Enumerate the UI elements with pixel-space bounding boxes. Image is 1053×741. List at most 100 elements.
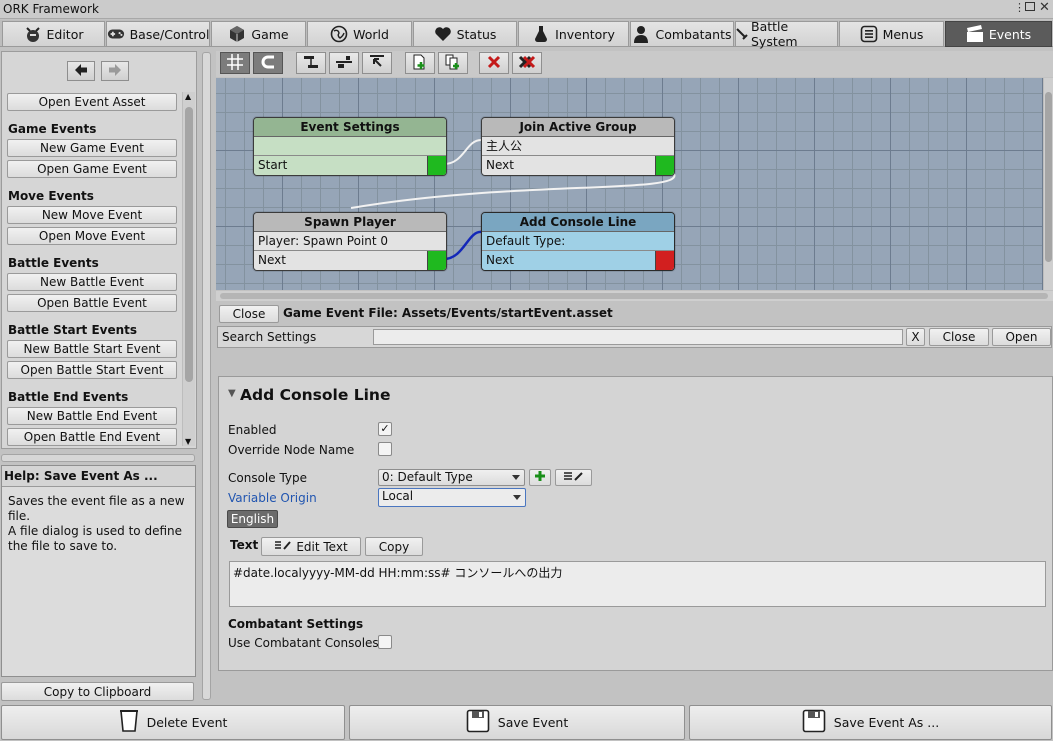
arrow-left-icon	[74, 63, 88, 79]
close-search-button[interactable]: Close	[929, 328, 989, 346]
tab-editor[interactable]: Editor	[2, 21, 105, 47]
tab-label: Battle System	[751, 19, 798, 49]
align-vertical-button[interactable]	[296, 52, 326, 74]
console-type-dropdown[interactable]: 0: Default Type	[378, 469, 525, 486]
scroll-down-icon[interactable]: ▼	[185, 437, 191, 446]
close-window-icon[interactable]: ✕	[1039, 0, 1050, 15]
open-game-event-button[interactable]: Open Game Event	[7, 160, 177, 178]
copy-text-button[interactable]: Copy	[365, 537, 423, 556]
new-game-event-button[interactable]: New Game Event	[7, 139, 177, 157]
tab-combatants[interactable]: Combatants	[630, 21, 734, 47]
copy-to-clipboard-button[interactable]: Copy to Clipboard	[1, 682, 194, 701]
tab-world[interactable]: World	[307, 21, 412, 47]
open-battle-end-event-button[interactable]: Open Battle End Event	[7, 428, 177, 446]
node-row: 主人公	[482, 137, 674, 156]
open-battle-event-button[interactable]: Open Battle Event	[7, 294, 177, 312]
console-text-field[interactable]: #date.localyyyy-MM-dd HH:mm:ss# コンソールへの出…	[229, 561, 1046, 607]
output-port[interactable]	[427, 251, 446, 270]
tab-status[interactable]: Status	[413, 21, 517, 47]
maximize-icon[interactable]	[1025, 2, 1035, 11]
output-port[interactable]	[427, 156, 446, 175]
node-event-settings[interactable]: Event Settings Start	[253, 117, 447, 176]
sidebar-scroll-thumb[interactable]	[185, 107, 193, 382]
tab-inventory[interactable]: Inventory	[518, 21, 629, 47]
event-node-canvas[interactable]: Event Settings Start Join Active Group 主…	[216, 78, 1053, 290]
new-battle-end-event-button[interactable]: New Battle End Event	[7, 407, 177, 425]
delete-double-x-icon	[518, 55, 536, 72]
heart-icon	[434, 25, 452, 43]
tab-events[interactable]: Events	[945, 21, 1052, 47]
tab-base-control[interactable]: Base/Control	[106, 21, 210, 47]
close-file-button[interactable]: Close	[219, 305, 279, 323]
canvas-hscroll-thumb[interactable]	[220, 293, 1048, 299]
window-title: ORK Framework	[3, 2, 99, 16]
foldout-arrow-icon[interactable]: ▼	[228, 388, 236, 399]
variable-origin-dropdown[interactable]: Local	[378, 488, 526, 507]
distribute-button[interactable]	[329, 52, 359, 74]
enabled-checkbox[interactable]: ✓	[378, 422, 392, 436]
section-title-battle-end-events: Battle End Events	[8, 390, 129, 404]
node-spawn-player[interactable]: Spawn Player Player: Spawn Point 0 Next	[253, 212, 447, 271]
scroll-up-icon[interactable]: ▲	[185, 92, 191, 101]
tab-label: Status	[456, 26, 497, 42]
node-join-active-group[interactable]: Join Active Group 主人公 Next	[481, 117, 675, 176]
language-tab-english[interactable]: English	[227, 510, 278, 528]
edit-console-type-button[interactable]	[555, 469, 592, 486]
node-row: Default Type:	[482, 232, 674, 251]
output-port[interactable]	[655, 251, 674, 270]
checkmark-icon: ✓	[380, 422, 390, 435]
search-input[interactable]	[373, 329, 903, 345]
more-options-icon[interactable]: ⋮	[1014, 1, 1025, 14]
panel-splitter[interactable]	[202, 52, 211, 700]
add-console-type-button[interactable]	[529, 469, 551, 486]
delete-event-button[interactable]: Delete Event	[1, 705, 345, 740]
open-event-asset-button[interactable]: Open Event Asset	[7, 93, 177, 111]
select-top-button[interactable]	[362, 52, 392, 74]
new-battle-event-button[interactable]: New Battle Event	[7, 273, 177, 291]
open-battle-start-event-button[interactable]: Open Battle Start Event	[7, 361, 177, 379]
new-move-event-button[interactable]: New Move Event	[7, 206, 177, 224]
canvas-vertical-scrollbar[interactable]	[1043, 78, 1053, 290]
save-event-button[interactable]: Save Event	[349, 705, 685, 740]
sidebar-scrollbar[interactable]: ▲ ▼	[182, 92, 195, 446]
delete-node-button[interactable]	[479, 52, 509, 74]
node-inspector: ▼ Add Console Line Enabled ✓ Override No…	[218, 376, 1053, 671]
node-row-label: Start	[258, 158, 288, 172]
cube-icon	[228, 25, 246, 43]
search-settings-label: Search Settings	[222, 330, 317, 344]
use-combatant-consoles-checkbox[interactable]	[378, 635, 392, 649]
ork-icon	[24, 25, 42, 43]
node-add-console-line[interactable]: Add Console Line Default Type: Next	[481, 212, 675, 271]
save-event-label: Save Event	[497, 715, 569, 730]
tab-menus[interactable]: Menus	[839, 21, 944, 47]
search-settings-bar: Search Settings X Close Open	[217, 326, 1052, 348]
edit-text-button[interactable]: Edit Text	[261, 537, 361, 556]
open-move-event-button[interactable]: Open Move Event	[7, 227, 177, 245]
cursor-top-icon	[369, 54, 385, 73]
tab-battle-system[interactable]: Battle System	[735, 19, 838, 49]
canvas-scroll-thumb[interactable]	[1045, 92, 1052, 262]
override-node-name-checkbox[interactable]	[378, 442, 392, 456]
back-button[interactable]	[67, 61, 95, 81]
combatant-settings-title: Combatant Settings	[228, 617, 364, 631]
magnet-snap-button[interactable]	[253, 52, 283, 74]
open-search-button[interactable]: Open	[992, 328, 1051, 346]
canvas-horizontal-scrollbar[interactable]	[216, 291, 1053, 301]
add-document-icon	[412, 54, 428, 73]
output-port[interactable]	[655, 156, 674, 175]
sidebar-splitter[interactable]	[1, 454, 195, 462]
copy-node-button[interactable]	[438, 52, 468, 74]
section-title-move-events: Move Events	[8, 189, 94, 203]
delete-all-button[interactable]	[512, 52, 542, 74]
grid-toggle-button[interactable]	[220, 52, 250, 74]
node-title: Event Settings	[254, 118, 446, 137]
forward-button[interactable]	[101, 61, 129, 81]
variable-origin-label: Variable Origin	[228, 491, 317, 505]
new-battle-start-event-button[interactable]: New Battle Start Event	[7, 340, 177, 358]
add-node-button[interactable]	[405, 52, 435, 74]
section-tab-bar: Editor Base/Control Game World Status In…	[0, 19, 1053, 49]
clear-search-button[interactable]: X	[906, 328, 925, 346]
edit-text-label: Edit Text	[296, 539, 348, 554]
tab-game[interactable]: Game	[211, 21, 306, 47]
save-event-as-button[interactable]: Save Event As ...	[689, 705, 1052, 740]
